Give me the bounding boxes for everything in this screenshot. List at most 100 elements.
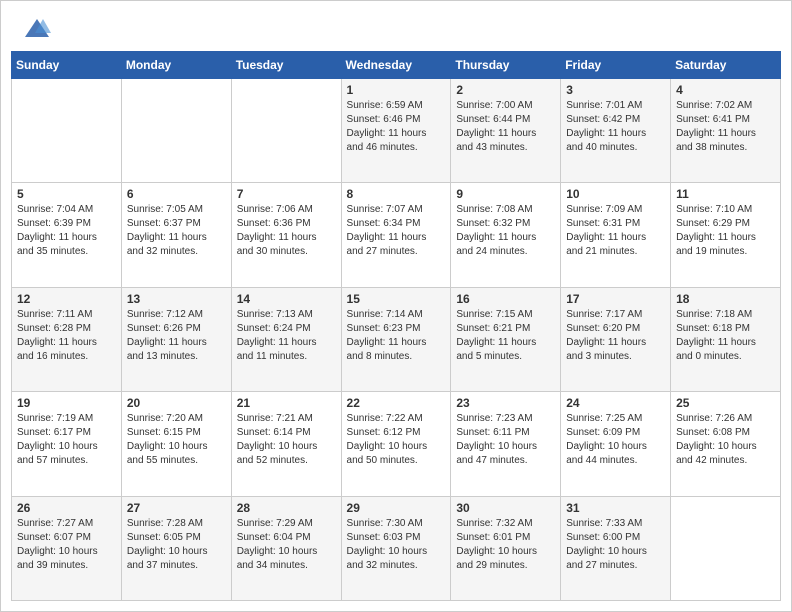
- day-cell-3-2: 13 Sunrise: 7:12 AM Sunset: 6:26 PM Dayli…: [121, 287, 231, 391]
- day-info: Sunrise: 7:20 AM Sunset: 6:15 PM Dayligh…: [127, 412, 226, 468]
- day-info: Sunrise: 7:05 AM Sunset: 6:37 PM Dayligh…: [127, 203, 226, 259]
- day-info: Sunrise: 7:29 AM Sunset: 6:04 PM Dayligh…: [237, 517, 336, 573]
- week-row-3: 12Sunrise: 7:11 AM Sunset: 6:28 PM Dayli…: [12, 287, 781, 391]
- day-cell-5-7: [671, 496, 781, 600]
- week-row-5: 26Sunrise: 7:27 AM Sunset: 6:07 PM Dayli…: [12, 496, 781, 600]
- day-cell-2-6: 10 Sunrise: 7:09 AM Sunset: 6:31 PM Dayli…: [561, 183, 671, 287]
- day-cell-5-1: 26Sunrise: 7:27 AM Sunset: 6:07 PM Dayli…: [12, 496, 122, 600]
- day-cell-3-1: 12Sunrise: 7:11 AM Sunset: 6:28 PM Dayli…: [12, 287, 122, 391]
- day-number: 7: [237, 187, 336, 201]
- day-cell-4-2: 20 Sunrise: 7:20 AM Sunset: 6:15 PM Dayli…: [121, 392, 231, 496]
- day-info: Sunrise: 7:13 AM Sunset: 6:24 PM Dayligh…: [237, 308, 336, 364]
- day-cell-3-6: 17 Sunrise: 7:17 AM Sunset: 6:20 PM Dayli…: [561, 287, 671, 391]
- day-number: 24: [566, 396, 665, 410]
- day-cell-5-6: 31 Sunrise: 7:33 AM Sunset: 6:00 PM Dayli…: [561, 496, 671, 600]
- day-info: Sunrise: 7:22 AM Sunset: 6:12 PM Dayligh…: [347, 412, 446, 468]
- day-info: Sunrise: 7:15 AM Sunset: 6:21 PM Dayligh…: [456, 308, 555, 364]
- day-cell-5-2: 27 Sunrise: 7:28 AM Sunset: 6:05 PM Dayli…: [121, 496, 231, 600]
- calendar-table: Sunday Monday Tuesday Wednesday Thursday…: [11, 51, 781, 601]
- day-number: 8: [347, 187, 446, 201]
- day-info: Sunrise: 7:28 AM Sunset: 6:05 PM Dayligh…: [127, 517, 226, 573]
- day-number: 21: [237, 396, 336, 410]
- day-info: Sunrise: 7:18 AM Sunset: 6:18 PM Dayligh…: [676, 308, 775, 364]
- day-cell-1-4: 1 Sunrise: 6:59 AM Sunset: 6:46 PM Daylig…: [341, 79, 451, 183]
- day-cell-4-3: 21Sunrise: 7:21 AM Sunset: 6:14 PM Dayli…: [231, 392, 341, 496]
- day-number: 20: [127, 396, 226, 410]
- day-number: 28: [237, 501, 336, 515]
- day-info: Sunrise: 7:08 AM Sunset: 6:32 PM Dayligh…: [456, 203, 555, 259]
- week-row-1: 1 Sunrise: 6:59 AM Sunset: 6:46 PM Daylig…: [12, 79, 781, 183]
- day-info: Sunrise: 7:17 AM Sunset: 6:20 PM Dayligh…: [566, 308, 665, 364]
- col-header-monday: Monday: [121, 52, 231, 79]
- day-info: Sunrise: 7:10 AM Sunset: 6:29 PM Dayligh…: [676, 203, 775, 259]
- col-header-saturday: Saturday: [671, 52, 781, 79]
- day-info: Sunrise: 7:25 AM Sunset: 6:09 PM Dayligh…: [566, 412, 665, 468]
- day-number: 16: [456, 292, 555, 306]
- day-number: 6: [127, 187, 226, 201]
- day-cell-5-4: 29 Sunrise: 7:30 AM Sunset: 6:03 PM Dayli…: [341, 496, 451, 600]
- page: Sunday Monday Tuesday Wednesday Thursday…: [0, 0, 792, 612]
- day-cell-1-6: 3Sunrise: 7:01 AM Sunset: 6:42 PM Daylig…: [561, 79, 671, 183]
- day-info: Sunrise: 7:32 AM Sunset: 6:01 PM Dayligh…: [456, 517, 555, 573]
- day-info: Sunrise: 7:30 AM Sunset: 6:03 PM Dayligh…: [347, 517, 446, 573]
- day-cell-1-5: 2 Sunrise: 7:00 AM Sunset: 6:44 PM Daylig…: [451, 79, 561, 183]
- day-info: Sunrise: 7:04 AM Sunset: 6:39 PM Dayligh…: [17, 203, 116, 259]
- day-cell-2-3: 7 Sunrise: 7:06 AM Sunset: 6:36 PM Daylig…: [231, 183, 341, 287]
- day-number: 2: [456, 83, 555, 97]
- day-number: 4: [676, 83, 775, 97]
- day-cell-3-7: 18Sunrise: 7:18 AM Sunset: 6:18 PM Dayli…: [671, 287, 781, 391]
- day-cell-1-7: 4 Sunrise: 7:02 AM Sunset: 6:41 PM Daylig…: [671, 79, 781, 183]
- day-info: Sunrise: 7:02 AM Sunset: 6:41 PM Dayligh…: [676, 99, 775, 155]
- day-number: 14: [237, 292, 336, 306]
- calendar-body: 1 Sunrise: 6:59 AM Sunset: 6:46 PM Daylig…: [12, 79, 781, 601]
- day-info: Sunrise: 7:00 AM Sunset: 6:44 PM Dayligh…: [456, 99, 555, 155]
- day-info: Sunrise: 7:19 AM Sunset: 6:17 PM Dayligh…: [17, 412, 116, 468]
- day-cell-2-7: 11 Sunrise: 7:10 AM Sunset: 6:29 PM Dayli…: [671, 183, 781, 287]
- day-cell-4-4: 22Sunrise: 7:22 AM Sunset: 6:12 PM Dayli…: [341, 392, 451, 496]
- day-info: Sunrise: 7:07 AM Sunset: 6:34 PM Dayligh…: [347, 203, 446, 259]
- header-row: Sunday Monday Tuesday Wednesday Thursday…: [12, 52, 781, 79]
- day-cell-1-2: [121, 79, 231, 183]
- day-number: 15: [347, 292, 446, 306]
- day-cell-4-7: 25 Sunrise: 7:26 AM Sunset: 6:08 PM Dayli…: [671, 392, 781, 496]
- day-number: 1: [347, 83, 446, 97]
- day-number: 5: [17, 187, 116, 201]
- day-number: 12: [17, 292, 116, 306]
- day-cell-3-5: 16 Sunrise: 7:15 AM Sunset: 6:21 PM Dayli…: [451, 287, 561, 391]
- day-number: 23: [456, 396, 555, 410]
- day-info: Sunrise: 7:14 AM Sunset: 6:23 PM Dayligh…: [347, 308, 446, 364]
- week-row-4: 19Sunrise: 7:19 AM Sunset: 6:17 PM Dayli…: [12, 392, 781, 496]
- col-header-sunday: Sunday: [12, 52, 122, 79]
- day-number: 30: [456, 501, 555, 515]
- day-info: Sunrise: 7:33 AM Sunset: 6:00 PM Dayligh…: [566, 517, 665, 573]
- day-number: 25: [676, 396, 775, 410]
- day-info: Sunrise: 7:12 AM Sunset: 6:26 PM Dayligh…: [127, 308, 226, 364]
- day-number: 31: [566, 501, 665, 515]
- day-number: 13: [127, 292, 226, 306]
- col-header-tuesday: Tuesday: [231, 52, 341, 79]
- day-number: 29: [347, 501, 446, 515]
- day-cell-4-1: 19Sunrise: 7:19 AM Sunset: 6:17 PM Dayli…: [12, 392, 122, 496]
- week-row-2: 5 Sunrise: 7:04 AM Sunset: 6:39 PM Daylig…: [12, 183, 781, 287]
- day-number: 27: [127, 501, 226, 515]
- day-number: 10: [566, 187, 665, 201]
- day-cell-5-3: 28 Sunrise: 7:29 AM Sunset: 6:04 PM Dayli…: [231, 496, 341, 600]
- day-cell-3-4: 15 Sunrise: 7:14 AM Sunset: 6:23 PM Dayli…: [341, 287, 451, 391]
- day-number: 17: [566, 292, 665, 306]
- day-info: Sunrise: 7:23 AM Sunset: 6:11 PM Dayligh…: [456, 412, 555, 468]
- day-number: 11: [676, 187, 775, 201]
- day-cell-3-3: 14 Sunrise: 7:13 AM Sunset: 6:24 PM Dayli…: [231, 287, 341, 391]
- day-cell-5-5: 30 Sunrise: 7:32 AM Sunset: 6:01 PM Dayli…: [451, 496, 561, 600]
- day-info: Sunrise: 6:59 AM Sunset: 6:46 PM Dayligh…: [347, 99, 446, 155]
- day-cell-1-3: [231, 79, 341, 183]
- day-number: 9: [456, 187, 555, 201]
- day-cell-2-2: 6 Sunrise: 7:05 AM Sunset: 6:37 PM Daylig…: [121, 183, 231, 287]
- header: [1, 1, 791, 51]
- day-info: Sunrise: 7:09 AM Sunset: 6:31 PM Dayligh…: [566, 203, 665, 259]
- day-number: 3: [566, 83, 665, 97]
- day-info: Sunrise: 7:06 AM Sunset: 6:36 PM Dayligh…: [237, 203, 336, 259]
- col-header-thursday: Thursday: [451, 52, 561, 79]
- day-info: Sunrise: 7:26 AM Sunset: 6:08 PM Dayligh…: [676, 412, 775, 468]
- day-cell-4-6: 24 Sunrise: 7:25 AM Sunset: 6:09 PM Dayli…: [561, 392, 671, 496]
- day-cell-2-5: 9 Sunrise: 7:08 AM Sunset: 6:32 PM Daylig…: [451, 183, 561, 287]
